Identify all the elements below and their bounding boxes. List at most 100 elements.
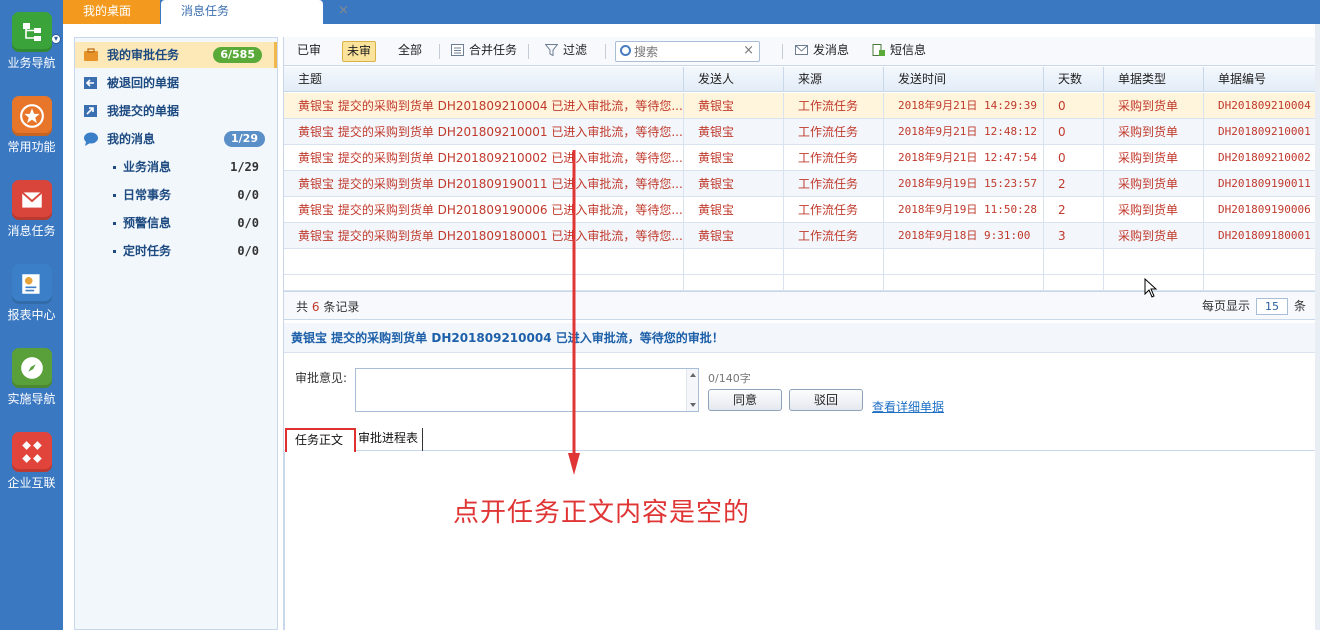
cell-sender: 黄银宝 [684,171,784,197]
launcher-label: 企业互联 [7,476,56,490]
report-icon [11,264,52,304]
column-header[interactable]: 发送时间 [884,67,1044,92]
cell-days: 2 [1044,197,1104,223]
empty-cell [784,275,884,290]
cell-subject: 黄银宝 提交的采购到货单 DH201809190011 已进入审批流，等待您..… [284,171,684,197]
view-detail-link[interactable]: 查看详细单据 [872,398,944,415]
cell-source: 工作流任务 [784,223,884,249]
launcher-item[interactable]: 业务导航 [0,12,63,70]
table-row[interactable]: 黄银宝 提交的采购到货单 DH201809190011 已进入审批流，等待您..… [284,171,1316,197]
close-icon[interactable]: × [338,0,349,22]
cell-time: 2018年9月18日 9:31:00 [884,223,1044,249]
table-row[interactable]: 黄银宝 提交的采购到货单 DH201809210004 已进入审批流，等待您..… [284,93,1316,119]
launcher-label: 常用功能 [7,140,56,154]
column-header[interactable]: 来源 [784,67,884,92]
send-message-button[interactable]: 发消息 [791,41,853,62]
cell-subject: 黄银宝 提交的采购到货单 DH201809210004 已进入审批流，等待您..… [284,93,684,119]
cell-code: DH201809210001 [1204,119,1316,145]
nav-label: 我提交的单据 [107,104,180,118]
table-row[interactable]: 黄银宝 提交的采购到货单 DH201809210002 已进入审批流，等待您..… [284,145,1316,171]
nav-submitted-docs[interactable]: 我提交的单据 [75,98,277,124]
filter-all-button[interactable]: 全部 [394,41,426,62]
nav-returned-docs[interactable]: 被退回的单据 [75,70,277,96]
cell-sender: 黄银宝 [684,119,784,145]
sms-button[interactable]: 短信息 [868,41,930,62]
tab-my-desktop[interactable]: 我的桌面 [63,0,160,24]
reject-button[interactable]: 驳回 [789,389,863,411]
nav-daily-affairs[interactable]: 日常事务 0/0 [113,182,273,208]
cell-source: 工作流任务 [784,145,884,171]
table-row-empty [284,275,1316,291]
table-row[interactable]: 黄银宝 提交的采购到货单 DH201809210001 已进入审批流，等待您..… [284,119,1316,145]
cell-code: DH201809190006 [1204,197,1316,223]
count-badge: 6/585 [213,47,262,63]
cell-time: 2018年9月21日 12:48:12 [884,119,1044,145]
nav-my-messages[interactable]: 我的消息 1/29 [75,126,277,152]
search-field[interactable]: × [615,41,760,62]
launcher-item[interactable]: 消息任务 [0,180,63,238]
scroll-up-icon[interactable] [690,373,696,377]
merge-tasks-button[interactable]: 合并任务 [447,41,521,62]
toolbar-divider [605,44,606,59]
empty-cell [684,249,784,274]
record-count: 共 6 条记录 [296,298,359,315]
approve-comment-field[interactable] [355,368,699,412]
table-row[interactable]: 黄银宝 提交的采购到货单 DH201809180001 已进入审批流，等待您..… [284,223,1316,249]
tab-approval-progress[interactable]: 审批进程表 [354,428,424,451]
column-header[interactable]: 发送人 [684,67,784,92]
empty-cell [784,249,884,274]
cell-days: 0 [1044,119,1104,145]
nav-warning-info[interactable]: 预警信息 0/0 [113,210,273,236]
nav-business-messages[interactable]: 业务消息 1/29 [113,154,273,180]
table-row[interactable]: 黄银宝 提交的采购到货单 DH201809190006 已进入审批流，等待您..… [284,197,1316,223]
nav-scheduled-tasks[interactable]: 定时任务 0/0 [113,238,273,264]
nav-count: 0/0 [237,244,259,258]
return-icon [84,77,97,89]
launcher-item[interactable]: 实施导航 [0,348,63,406]
diamonds-icon [11,432,52,472]
page-size-input[interactable]: 15 [1255,298,1288,315]
launcher-item[interactable]: 企业互联 [0,432,63,490]
search-input[interactable] [634,43,742,60]
cell-subject: 黄银宝 提交的采购到货单 DH201809180001 已进入审批流，等待您..… [284,223,684,249]
column-header[interactable]: 单据编号 [1204,67,1316,92]
bullet-icon [113,166,116,169]
tab-message-tasks[interactable]: 消息任务 × [161,0,349,24]
window-scrollbar[interactable] [1315,24,1320,630]
cell-code: DH201809210002 [1204,145,1316,171]
cell-source: 工作流任务 [784,119,884,145]
cell-source: 工作流任务 [784,171,884,197]
cell-sender: 黄银宝 [684,93,784,119]
merge-icon [451,44,464,56]
detail-title: 黄银宝 提交的采购到货单 DH201809210004 已进入审批流，等待您的审… [284,323,1316,353]
cell-subject: 黄银宝 提交的采购到货单 DH201809210001 已进入审批流，等待您..… [284,119,684,145]
filter-button[interactable]: 过滤 [541,41,591,62]
agree-button[interactable]: 同意 [708,389,782,411]
column-header[interactable]: 天数 [1044,67,1104,92]
nav-count: 1/29 [230,160,259,174]
column-header[interactable]: 单据类型 [1104,67,1204,92]
cell-type: 采购到货单 [1104,223,1204,249]
launcher-label: 报表中心 [7,308,56,322]
nav-label: 业务消息 [123,160,172,174]
clear-icon[interactable]: × [743,43,754,58]
cell-code: DH201809180001 [1204,223,1316,249]
filter-read-button[interactable]: 已审 [293,41,325,62]
launcher-label: 业务导航 [7,56,56,70]
nav-label: 被退回的单据 [107,76,180,90]
filter-unread-button[interactable]: 未审 [342,41,377,62]
nav-my-approval-tasks[interactable]: 我的审批任务 6/585 [75,42,277,68]
button-label: 合并任务 [469,43,518,57]
empty-cell [1044,249,1104,274]
cell-time: 2018年9月19日 15:23:57 [884,171,1044,197]
column-header[interactable]: 主题 [284,67,684,92]
scrollbar[interactable] [686,369,698,411]
scroll-down-icon[interactable] [690,403,696,407]
main-panel: 已审 未审 全部 合并任务 过滤 × 发消息 短信息 主题发送人来源发送时间天数… [283,37,1316,630]
annotation-text: 点开任务正文内容是空的 [453,498,751,528]
launcher-item[interactable]: 报表中心 [0,264,63,322]
tab-task-body[interactable]: 任务正文 [285,428,356,454]
envelope-icon [795,45,808,55]
launcher-item[interactable]: 常用功能 [0,96,63,154]
cell-sender: 黄银宝 [684,145,784,171]
